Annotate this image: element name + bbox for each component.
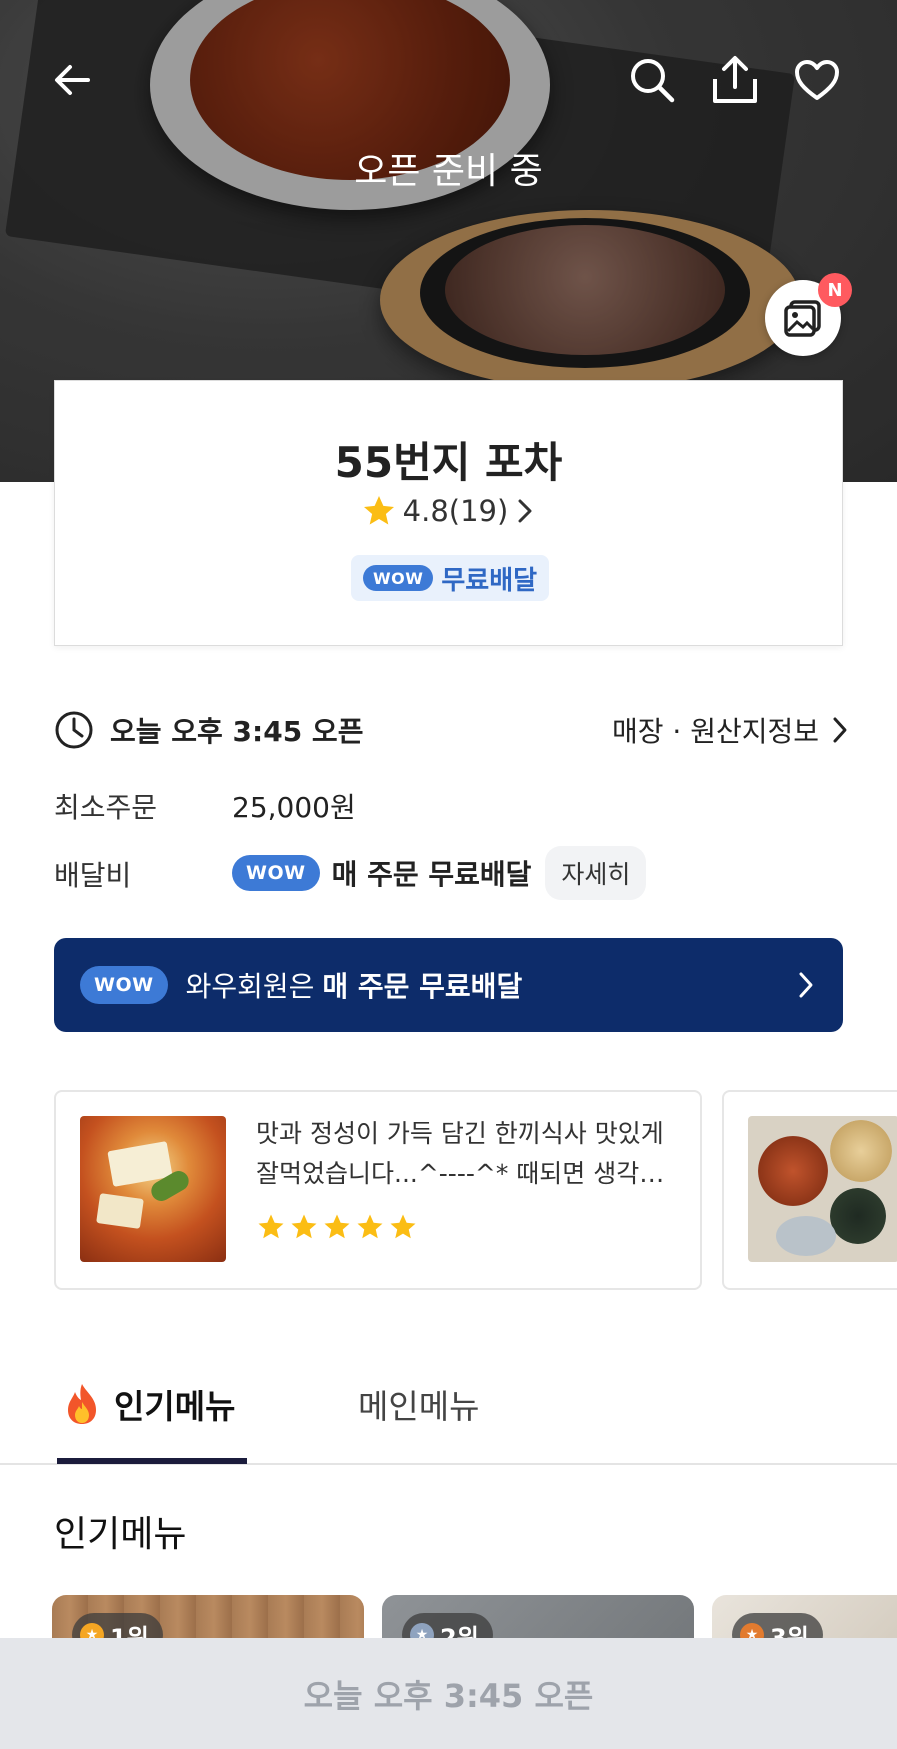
favorite-button[interactable] bbox=[789, 52, 845, 108]
clock-icon bbox=[55, 711, 93, 749]
store-name: 55번지 포차 bbox=[334, 438, 563, 487]
search-button[interactable] bbox=[624, 52, 680, 108]
wow-banner-highlight: 매 주문 무료배달 bbox=[322, 970, 523, 1003]
free-delivery-chip: WOW 무료배달 bbox=[351, 555, 549, 601]
review-count: (19) bbox=[448, 494, 509, 528]
star-icon bbox=[357, 1214, 383, 1239]
share-icon bbox=[713, 56, 757, 103]
back-button[interactable] bbox=[44, 52, 100, 108]
review-card[interactable]: 맛과 정성이 가득 담긴 한끼식사 맛있게 잘먹었습니다...^----^* 때… bbox=[54, 1090, 702, 1290]
star-icon bbox=[363, 496, 394, 525]
section-title: 인기메뉴 bbox=[54, 1514, 187, 1555]
review-text: 맛과 정성이 가득 담긴 한끼식사 맛있게 잘먹었습니다...^----^* 때… bbox=[256, 1119, 664, 1188]
new-badge: N bbox=[818, 273, 852, 307]
star-icon bbox=[324, 1214, 350, 1239]
bottom-bar-label: 오늘 오후 3:45 오픈 bbox=[303, 1676, 594, 1715]
wow-badge: WOW bbox=[362, 565, 434, 591]
tab-popular-menu-label: 인기메뉴 bbox=[114, 1387, 236, 1426]
review-star-rating bbox=[256, 1212, 418, 1242]
open-time-text: 오늘 오후 3:45 오픈 bbox=[110, 715, 364, 748]
tab-popular-menu[interactable]: 인기메뉴 bbox=[62, 1380, 235, 1428]
fire-icon bbox=[68, 1384, 96, 1424]
delivery-fee-label: 배달비 bbox=[54, 859, 132, 892]
back-arrow-icon bbox=[55, 65, 90, 95]
free-delivery-label: 무료배달 bbox=[441, 565, 538, 596]
chevron-right-icon bbox=[833, 717, 847, 743]
star-icon bbox=[258, 1214, 284, 1239]
tab-main-menu[interactable]: 메인메뉴 bbox=[358, 1380, 479, 1428]
store-origin-label: 매장 · 원산지정보 bbox=[611, 715, 819, 748]
wow-badge: WOW bbox=[232, 855, 320, 891]
rating-value: 4.8 bbox=[402, 494, 449, 528]
order-bottom-bar[interactable]: 오늘 오후 3:45 오픈 bbox=[0, 1638, 897, 1749]
search-icon bbox=[631, 59, 675, 103]
menu-tab-bar: 인기메뉴 메인메뉴 bbox=[0, 1360, 897, 1465]
review-photo bbox=[80, 1116, 226, 1262]
chevron-right-icon bbox=[518, 499, 532, 523]
tab-main-menu-label: 메인메뉴 bbox=[358, 1387, 480, 1426]
rating-link[interactable]: 4.8 (19) bbox=[55, 493, 842, 529]
store-status-text: 오픈 준비 중 bbox=[354, 151, 543, 192]
star-icon bbox=[291, 1214, 317, 1239]
wow-badge: WOW bbox=[80, 966, 168, 1004]
review-card[interactable] bbox=[722, 1090, 897, 1290]
review-photo bbox=[748, 1116, 897, 1262]
store-origin-info-link[interactable]: 매장 · 원산지정보 bbox=[612, 710, 851, 750]
wow-membership-banner[interactable]: WOW 와우회원은 매 주문 무료배달 bbox=[54, 938, 843, 1032]
delivery-fee-row: WOW 매 주문 무료배달 자세히 bbox=[232, 846, 647, 900]
delivery-fee-value: 매 주문 무료배달 bbox=[331, 858, 532, 891]
open-time-row: 오늘 오후 3:45 오픈 bbox=[54, 710, 363, 750]
min-order-value: 25,000원 bbox=[232, 791, 356, 824]
chevron-right-icon bbox=[799, 972, 813, 998]
gallery-icon bbox=[784, 300, 821, 337]
store-info-card: 55번지 포차 4.8 (19) WOW 무료배달 bbox=[54, 380, 843, 646]
wow-banner-text: 와우회원은 bbox=[185, 970, 315, 1003]
detail-button[interactable]: 자세히 bbox=[545, 846, 647, 900]
heart-icon bbox=[795, 60, 839, 100]
share-button[interactable] bbox=[707, 52, 763, 108]
star-icon bbox=[390, 1214, 416, 1239]
min-order-label: 최소주문 bbox=[54, 791, 158, 824]
active-tab-indicator bbox=[57, 1458, 247, 1464]
